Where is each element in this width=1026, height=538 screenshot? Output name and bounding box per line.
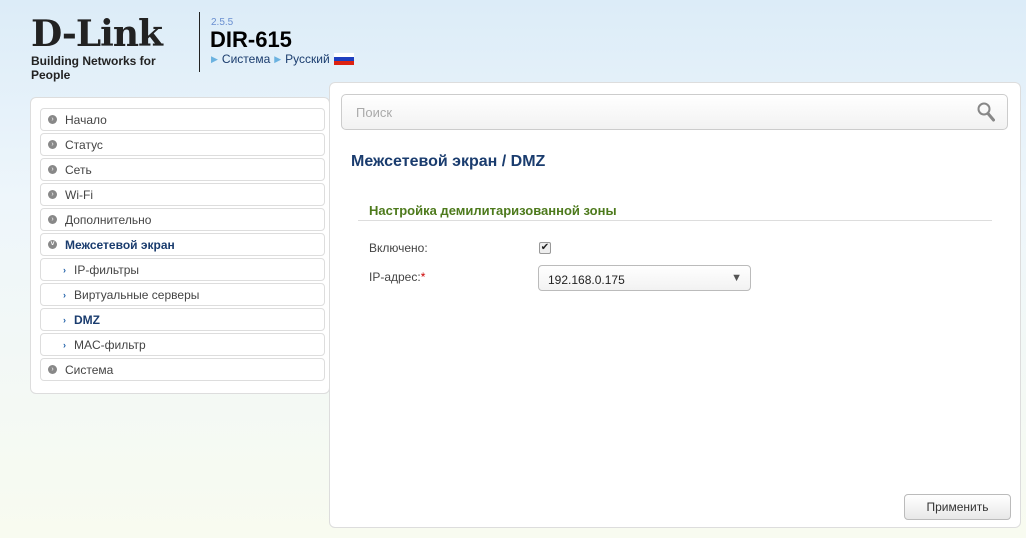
sidebar-item-firewall[interactable]: ˅ Межсетевой экран (40, 233, 325, 256)
sidebar-item-dmz[interactable]: › DMZ (40, 308, 325, 331)
logo-tagline: Building Networks for People (31, 54, 156, 82)
sidebar-item-system[interactable]: › Система (40, 358, 325, 381)
chevron-right-icon: › (48, 365, 57, 374)
logo-brand: D-Link (31, 13, 163, 55)
sidebar-item-network[interactable]: › Сеть (40, 158, 325, 181)
sidebar-item-ip-filters[interactable]: › IP-фильтры (40, 258, 325, 281)
sidebar-item-label: DMZ (74, 312, 100, 327)
sidebar-item-label: Статус (65, 137, 103, 152)
sidebar-item-label: Дополнительно (65, 212, 152, 227)
dropdown-arrow-icon: ▼ (731, 272, 742, 284)
dlink-logo: D-Link Building Networks for People (31, 16, 191, 82)
search-input[interactable]: Поиск (341, 94, 1008, 130)
search-placeholder: Поиск (356, 104, 393, 120)
chevron-right-icon: › (48, 190, 57, 199)
apply-button[interactable]: Применить (904, 494, 1011, 520)
chevron-down-icon: ˅ (48, 240, 57, 249)
device-model: DIR-615 (210, 27, 292, 52)
language-link[interactable]: Русский (285, 52, 330, 66)
sidebar-item-label: Wi-Fi (65, 187, 93, 202)
sidebar-item-label: MAC-фильтр (74, 337, 146, 352)
ip-label: IP-адрес:* (369, 270, 425, 284)
ip-address-value: 192.168.0.175 (548, 273, 625, 287)
page-title: Межсетевой экран / DMZ (351, 153, 546, 170)
sidebar-item-status[interactable]: › Статус (40, 133, 325, 156)
required-mark: * (420, 270, 426, 284)
chevron-right-icon: › (48, 165, 57, 174)
arrow-icon: › (63, 264, 66, 275)
system-link[interactable]: Система (222, 52, 270, 66)
enabled-label: Включено: (369, 241, 428, 255)
chevron-right-icon: › (48, 215, 57, 224)
chevron-right-icon: › (48, 115, 57, 124)
arrow-icon: ▶ (211, 53, 218, 64)
sidebar-item-label: Виртуальные серверы (74, 287, 200, 302)
header-links: ▶ Система ▶ Русский (211, 52, 354, 66)
chevron-right-icon: › (48, 140, 57, 149)
sidebar-item-label: Начало (65, 112, 107, 127)
sidebar-item-wifi[interactable]: › Wi-Fi (40, 183, 325, 206)
russian-flag-icon[interactable] (333, 53, 354, 65)
sidebar-item-label: Межсетевой экран (65, 237, 175, 252)
search-icon[interactable] (977, 102, 995, 122)
sidebar-item-label: Система (65, 362, 114, 377)
sidebar-item-start[interactable]: › Начало (40, 108, 325, 131)
header-divider (199, 12, 200, 72)
arrow-icon: › (63, 339, 66, 350)
ip-label-text: IP-адрес: (369, 270, 421, 284)
arrow-icon: › (63, 314, 66, 325)
sidebar-item-advanced[interactable]: › Дополнительно (40, 208, 325, 231)
sidebar-item-label: IP-фильтры (74, 262, 140, 277)
arrow-icon: ▶ (274, 53, 282, 64)
sidebar: › Начало › Статус › Сеть › Wi-Fi › Дополнител… (30, 97, 330, 394)
ip-address-select[interactable]: 192.168.0.175 ▼ (538, 265, 751, 291)
section-title: Настройка демилитаризованной зоны (358, 203, 992, 221)
sidebar-item-virtual-servers[interactable]: › Виртуальные серверы (40, 283, 325, 306)
sidebar-item-label: Сеть (65, 162, 92, 177)
arrow-icon: › (63, 289, 66, 300)
main-panel: Поиск Межсетевой экран / DMZ Настройка д… (329, 82, 1021, 528)
sidebar-item-mac-filter[interactable]: › MAC-фильтр (40, 333, 325, 356)
enabled-checkbox[interactable]: ✔ (539, 242, 551, 254)
